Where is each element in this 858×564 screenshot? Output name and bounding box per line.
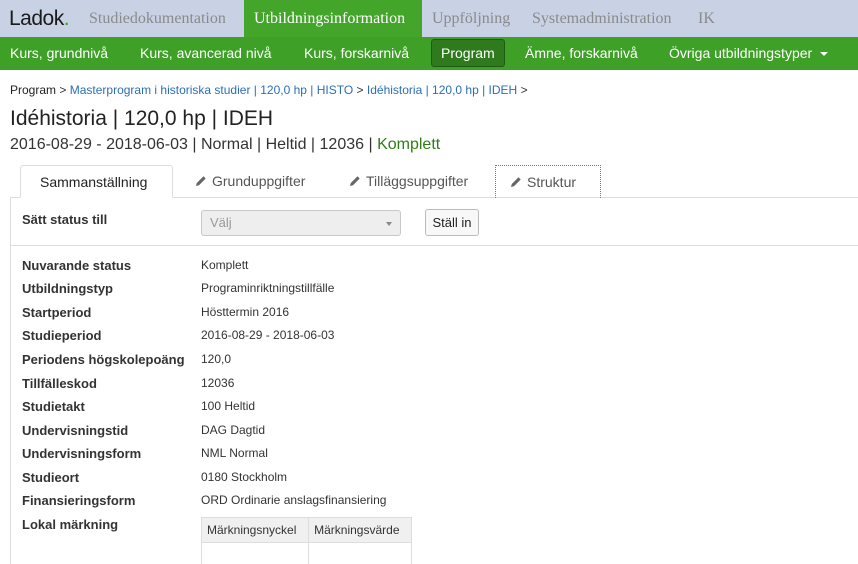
detail-value: 120,0: [201, 352, 232, 366]
chevron-down-icon: [386, 222, 392, 226]
status-select[interactable]: Välj: [201, 210, 401, 236]
detail-value: Programinriktningstillfälle: [201, 281, 335, 295]
table-header: Märkningsnyckel: [200, 517, 310, 543]
detail-value: DAG Dagtid: [201, 423, 266, 437]
detail-value: Hösttermin 2016: [201, 305, 290, 319]
breadcrumb-separator: >: [356, 83, 364, 97]
detail-label: Studieperiod: [22, 328, 102, 343]
detail-label: Utbildningstyp: [22, 281, 113, 296]
pencil-icon: [196, 176, 206, 186]
topnav-utbildningsinformation[interactable]: Utbildningsinformation: [244, 0, 422, 37]
detail-label: Undervisningstid: [22, 423, 129, 438]
panel-border: [10, 198, 11, 564]
breadcrumb-link-inriktning[interactable]: Idéhistoria | 120,0 hp | IDEH: [367, 83, 517, 97]
topnav-systemadministration[interactable]: Systemadministration: [522, 0, 682, 37]
detail-label: Lokal märkning: [22, 517, 119, 532]
breadcrumb-root: Program: [10, 83, 57, 97]
subnav-program[interactable]: Program: [431, 39, 505, 67]
detail-value: ORD Ordinarie anslagsfinansiering: [201, 493, 387, 507]
subnav-kurs-forskarniva[interactable]: Kurs, forskarnivå: [304, 37, 409, 70]
topnav-studiedokumentation[interactable]: Studiedokumentation: [79, 0, 236, 37]
tab-sammanstallning[interactable]: Sammanställning: [20, 165, 173, 198]
detail-label: Finansieringsform: [22, 493, 136, 508]
page-subtitle: 2016-08-29 - 2018-06-03 | Normal | Helti…: [10, 136, 441, 153]
table-row: [200, 542, 412, 564]
detail-label: Startperiod: [22, 305, 92, 320]
detail-value: 2016-08-29 - 2018-06-03: [201, 328, 335, 342]
detail-value: NML Normal: [201, 446, 268, 460]
detail-value: 0180 Stockholm: [201, 470, 288, 484]
detail-label: Studieort: [22, 470, 80, 485]
breadcrumb-separator: >: [520, 83, 528, 97]
set-status-label: Sätt status till: [22, 212, 108, 227]
table-header: Märkningsvärde: [308, 517, 412, 543]
tab-tillaggsuppgifter[interactable]: Tilläggsuppgifter: [335, 165, 488, 198]
chevron-down-icon: [820, 52, 829, 57]
detail-value: 12036: [201, 376, 235, 390]
pencil-icon: [511, 177, 521, 187]
tab-struktur[interactable]: Struktur: [495, 165, 601, 198]
breadcrumb-separator: >: [59, 83, 67, 97]
page-title: Idéhistoria | 120,0 hp | IDEH: [10, 107, 274, 130]
subnav-ovriga-utbildningstyper[interactable]: Övriga utbildningstyper: [669, 37, 829, 70]
subnav-kurs-avancerad[interactable]: Kurs, avancerad nivå: [140, 37, 272, 70]
status-text: Komplett: [377, 136, 441, 153]
subnav-kurs-grundniva[interactable]: Kurs, grundnivå: [10, 37, 108, 70]
detail-label: Nuvarande status: [22, 258, 132, 273]
pencil-icon: [350, 176, 360, 186]
ladok-logo[interactable]: Ladok.: [9, 7, 70, 31]
breadcrumb-link-program[interactable]: Masterprogram i historiska studier | 120…: [70, 83, 353, 97]
tab-grunduppgifter[interactable]: Grunduppgifter: [181, 165, 326, 198]
detail-value: Komplett: [201, 258, 249, 272]
detail-label: Studietakt: [22, 399, 85, 414]
detail-value: 100 Heltid: [201, 399, 256, 413]
detail-label: Tillfälleskod: [22, 376, 97, 391]
detail-label: Undervisningsform: [22, 446, 142, 461]
topnav-ik[interactable]: IK: [688, 0, 725, 37]
subnav-amne-forskarniva[interactable]: Ämne, forskarnivå: [525, 37, 638, 70]
set-status-button[interactable]: Ställ in: [425, 209, 479, 236]
topnav-uppfoljning[interactable]: Uppföljning: [422, 0, 520, 37]
marking-table: Märkningsnyckel Märkningsvärde: [200, 517, 412, 564]
breadcrumb: Program > Masterprogram i historiska stu…: [10, 83, 528, 97]
divider: [10, 245, 858, 246]
detail-label: Periodens högskolepoäng: [22, 352, 185, 367]
